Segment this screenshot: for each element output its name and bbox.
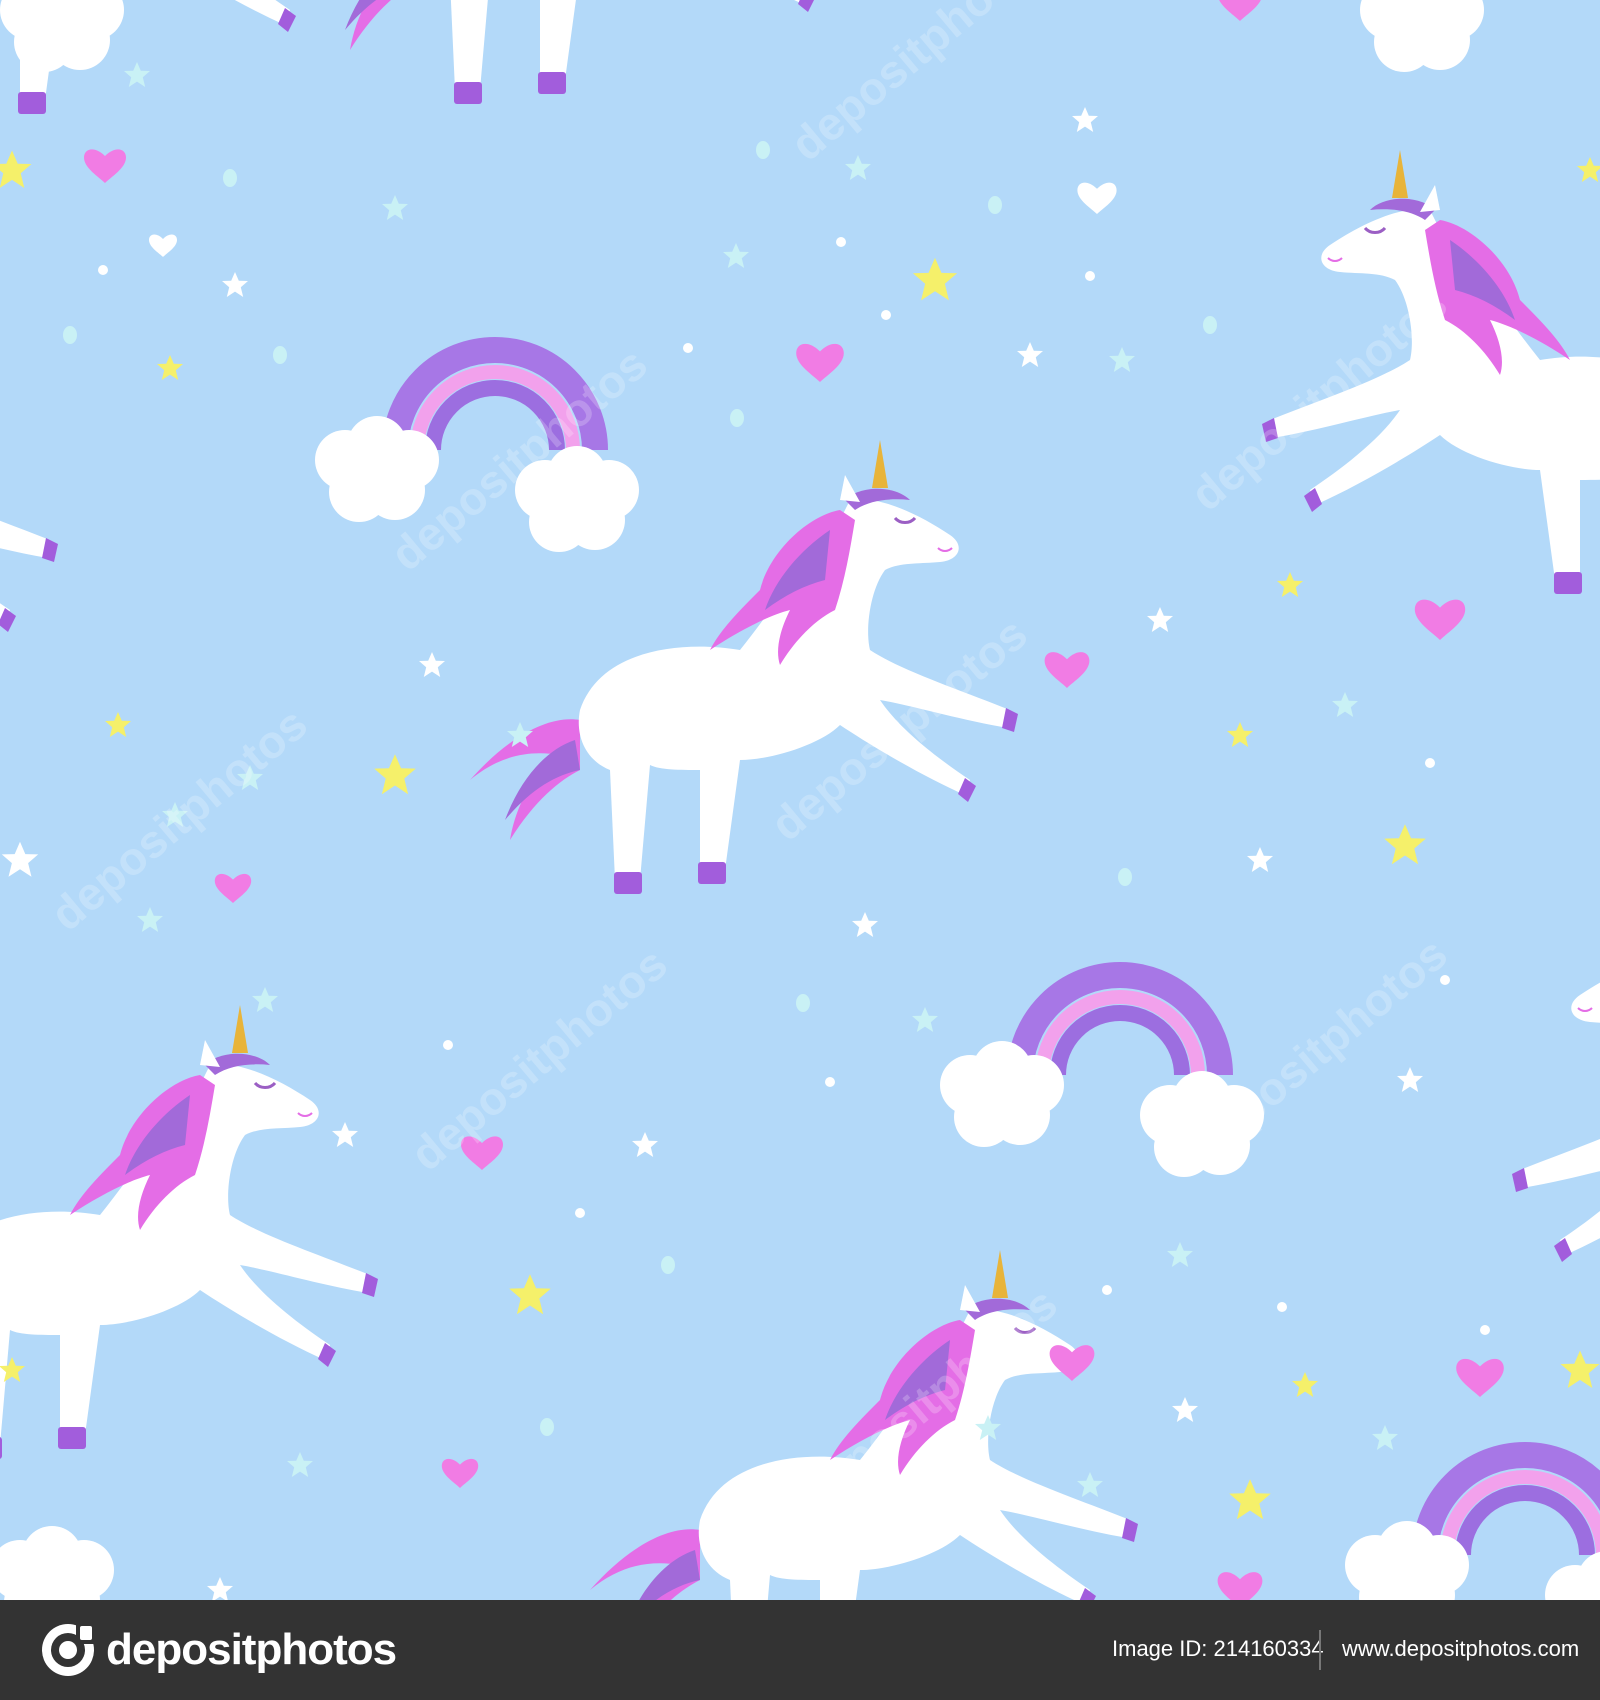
depositphotos-logo-icon bbox=[42, 1624, 94, 1676]
footer-bar: depositphotos Image ID: 214160334 www.de… bbox=[0, 1600, 1600, 1700]
image-id-label: Image ID: 214160334 bbox=[1112, 1636, 1324, 1661]
site-url-link[interactable]: www.depositphotos.com bbox=[1342, 1636, 1579, 1662]
brand-name: depositphotos bbox=[106, 1625, 397, 1674]
footer-divider bbox=[1319, 1630, 1321, 1670]
brand-logo[interactable]: depositphotos bbox=[40, 1622, 397, 1678]
unicorn-pattern-illustration bbox=[0, 0, 1600, 1600]
